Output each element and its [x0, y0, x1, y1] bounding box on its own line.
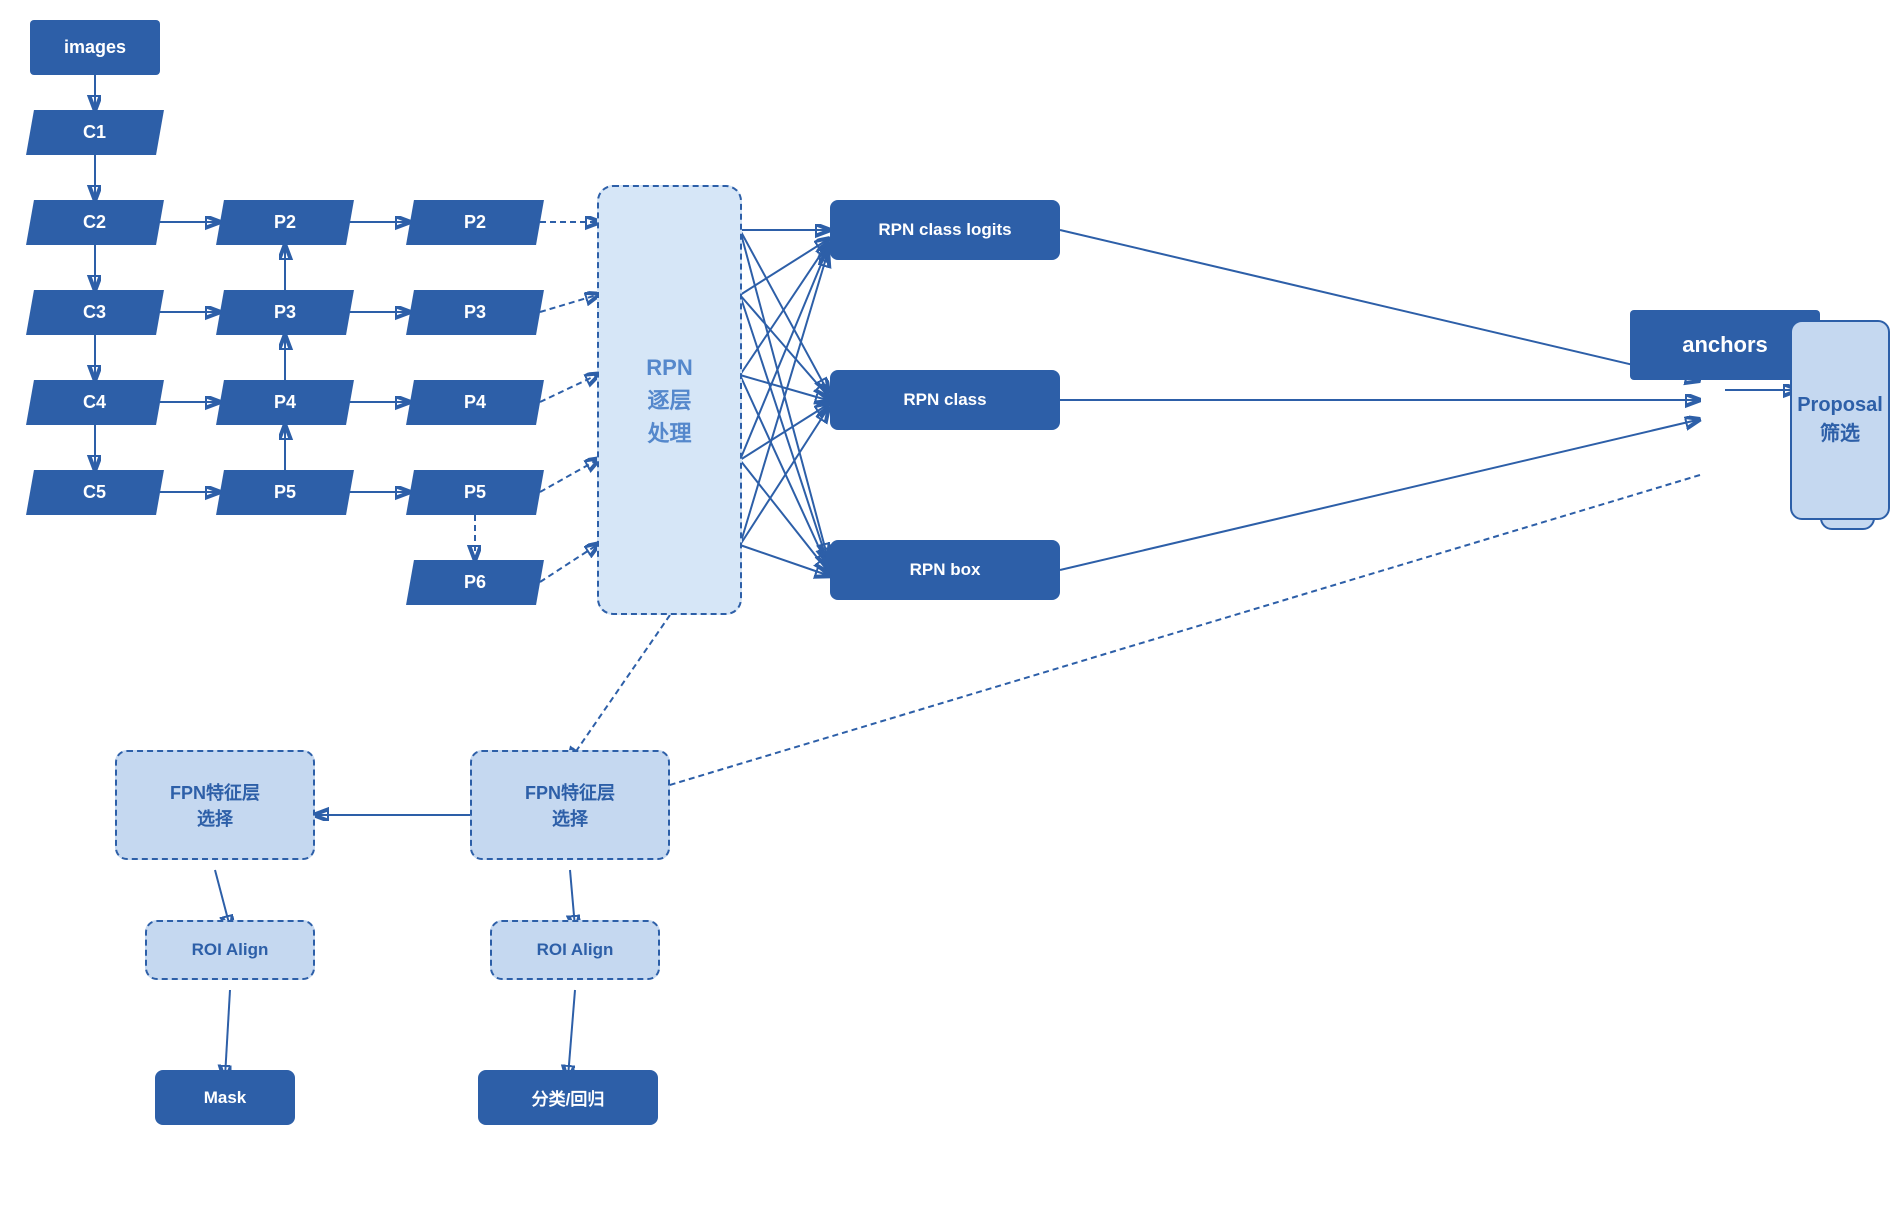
c4-node: C4: [26, 380, 164, 425]
fpn-p5-col1-node: P5: [216, 470, 354, 515]
fpn-p3-col1-node: P3: [216, 290, 354, 335]
c1-node: C1: [26, 110, 164, 155]
fpn-p2-col1-node: P2: [216, 200, 354, 245]
roi-align-2-node: ROI Align: [490, 920, 660, 980]
mask-node: Mask: [155, 1070, 295, 1125]
images-node: images: [30, 20, 160, 75]
proposal-override-node: Proposal筛选: [1790, 320, 1890, 520]
rpn-box-node: RPN box: [830, 540, 1060, 600]
fpn-p4-col1-node: P4: [216, 380, 354, 425]
classify-node: 分类/回归: [478, 1070, 658, 1125]
fpn-select-2-node: FPN特征层选择: [470, 750, 670, 860]
rpn-class-logits-node: RPN class logits: [830, 200, 1060, 260]
rpn-node: RPN逐层处理: [597, 185, 742, 615]
fpn-p6-col2-node: P6: [406, 560, 544, 605]
fpn-p4-col2-node: P4: [406, 380, 544, 425]
rpn-class-node: RPN class: [830, 370, 1060, 430]
fpn-p5-col2-node: P5: [406, 470, 544, 515]
fpn-p2-col2-node: P2: [406, 200, 544, 245]
fpn-select-1-node: FPN特征层选择: [115, 750, 315, 860]
c2-node: C2: [26, 200, 164, 245]
arrows-svg: [0, 0, 1895, 1230]
c5-node: C5: [26, 470, 164, 515]
c3-node: C3: [26, 290, 164, 335]
fpn-p3-col2-node: P3: [406, 290, 544, 335]
diagram: images C1 C2 C3 C4 C5 P2 P3 P4 P5 P2 P3: [0, 0, 1895, 1230]
roi-align-1-node: ROI Align: [145, 920, 315, 980]
